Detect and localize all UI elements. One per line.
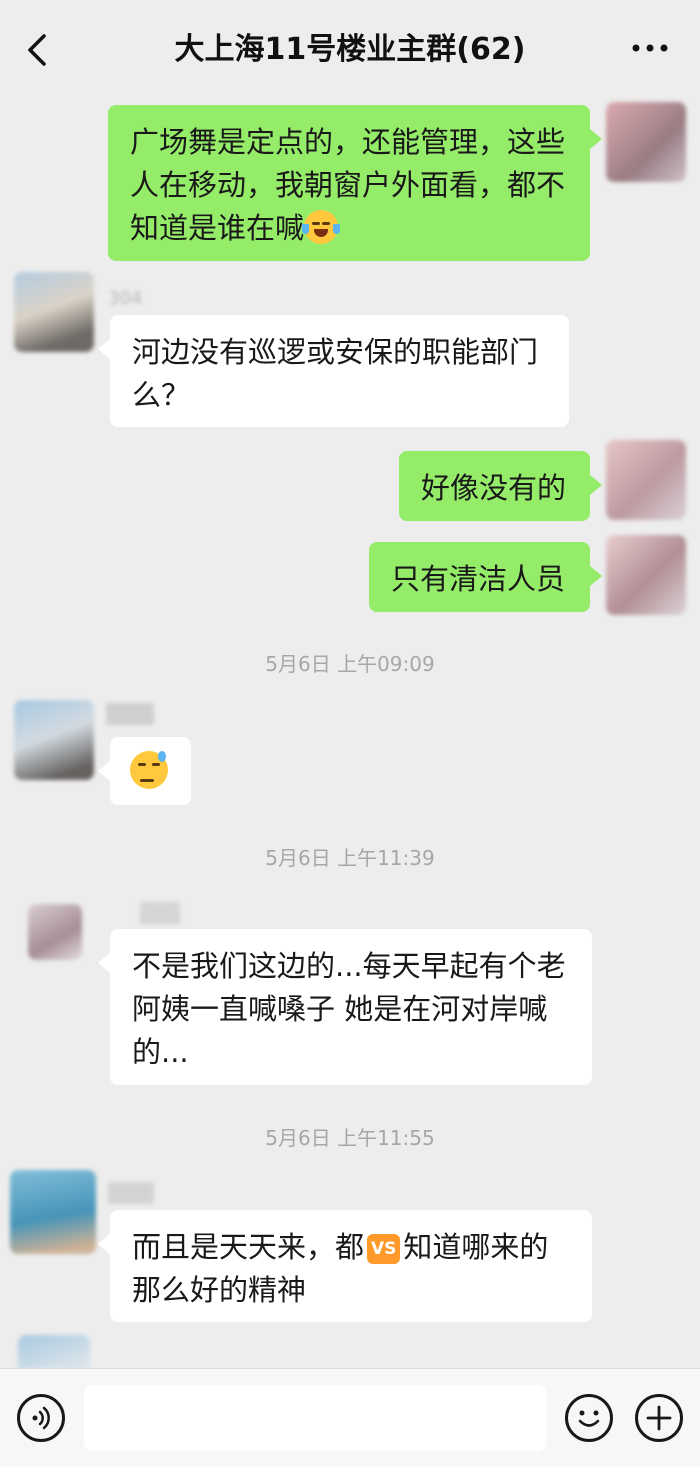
chat-header: 大上海11号楼业主群(62) [0, 0, 700, 100]
timestamp: 5月6日 上午11:39 [265, 846, 435, 870]
message-text: 只有清洁人员 [391, 562, 566, 596]
message-text: 河边没有巡逻或安保的职能部门么？ [132, 335, 539, 412]
chat-title: 大上海11号楼业主群(62) [174, 32, 526, 67]
sweat-face-emoji [130, 751, 168, 789]
avatar[interactable] [606, 440, 686, 520]
timestamp: 5月6日 上午09:09 [265, 652, 435, 676]
laugh-tears-emoji [302, 210, 341, 244]
message-bubble[interactable]: 河边没有巡逻或安保的职能部门么？ [98, 315, 569, 427]
sender-name [140, 902, 180, 924]
plus-icon[interactable] [635, 1394, 683, 1442]
avatar[interactable] [14, 700, 94, 780]
avatar[interactable] [606, 535, 686, 615]
input-bar [0, 1368, 700, 1467]
message-text: 广场舞是定点的，还能管理，这些人在移动，我朝窗户外面看，都不知道是谁在喊 [130, 125, 566, 245]
avatar[interactable] [14, 272, 94, 352]
message-text: 好像没有的 [421, 471, 567, 505]
avatar[interactable] [606, 102, 686, 182]
avatar[interactable] [28, 904, 82, 960]
message-bubble[interactable]: 不是我们这边的...每天早起有个老阿姨一直喊嗓子 她是在河对岸喊的... [98, 929, 592, 1085]
sender-name [108, 1182, 154, 1204]
avatar[interactable] [18, 1335, 90, 1369]
vs-emoji: VS [367, 1234, 401, 1264]
sender-name [106, 703, 154, 725]
avatar[interactable] [10, 1170, 96, 1254]
smiley-icon[interactable] [565, 1394, 613, 1442]
message-bubble[interactable]: 广场舞是定点的，还能管理，这些人在移动，我朝窗户外面看，都不知道是谁在喊 [108, 105, 602, 261]
timestamp: 5月6日 上午11:55 [265, 1126, 435, 1150]
message-bubble[interactable] [98, 737, 191, 805]
more-dots-icon[interactable] [630, 38, 670, 58]
message-text-before: 而且是天天来，都 [132, 1230, 365, 1264]
message-bubble[interactable]: 好像没有的 [399, 451, 602, 521]
message-input[interactable] [84, 1385, 546, 1451]
message-bubble[interactable]: 而且是天天来，都 VS 知道哪来的那么好的精神 [98, 1210, 592, 1322]
voice-icon[interactable] [17, 1394, 65, 1442]
message-text: 不是我们这边的...每天早起有个老阿姨一直喊嗓子 她是在河对岸喊的... [132, 949, 566, 1069]
message-bubble[interactable]: 只有清洁人员 [369, 542, 602, 612]
sender-name: 304 [108, 288, 143, 309]
